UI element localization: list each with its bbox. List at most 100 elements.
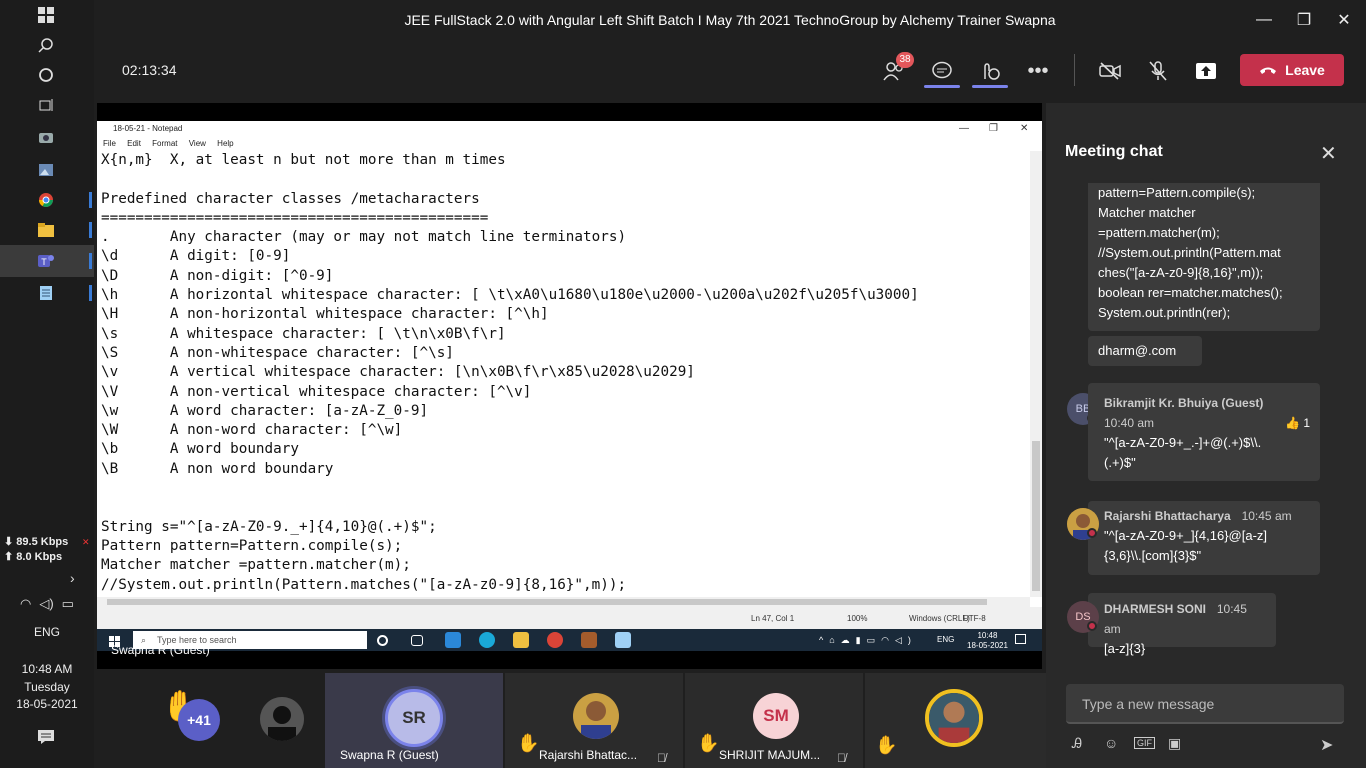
gif-icon[interactable]: GIF xyxy=(1134,737,1155,749)
reactions-button[interactable] xyxy=(972,54,1008,88)
avatar-photo[interactable] xyxy=(260,697,304,741)
zoom-level: 100% xyxy=(847,614,868,623)
tray-icons: ◠ ◁) ▭ xyxy=(20,596,74,612)
sticker-icon[interactable]: ▣ xyxy=(1168,735,1181,752)
menu-help[interactable]: Help xyxy=(217,139,233,148)
chevron-right-icon[interactable]: › xyxy=(70,570,75,586)
cortana-icon[interactable] xyxy=(34,65,58,85)
avatar-initials: SR xyxy=(402,708,426,727)
raise-hand-icon: ✋ xyxy=(697,733,720,753)
leave-button[interactable]: Leave xyxy=(1240,54,1344,86)
teams-app-icon[interactable]: T xyxy=(34,251,58,271)
send-icon[interactable]: ➤ xyxy=(1320,735,1333,755)
menu-format[interactable]: Format xyxy=(152,139,177,148)
participant-tile[interactable]: ✋ xyxy=(865,673,1046,768)
menu-edit[interactable]: Edit xyxy=(127,139,141,148)
message-line: pattern=Pattern.compile(s); xyxy=(1098,185,1256,200)
notification-icon[interactable] xyxy=(38,730,54,749)
overflow-participants[interactable]: +41 xyxy=(178,699,220,741)
camera-app-icon[interactable] xyxy=(34,127,58,147)
active-underline xyxy=(924,85,960,88)
notepad-line: Pattern pattern=Pattern.compile(s); xyxy=(101,537,403,554)
notification-icon xyxy=(1015,634,1026,644)
wifi-icon[interactable]: ◠ xyxy=(20,596,31,612)
maximize-icon[interactable]: ❐ xyxy=(1289,8,1319,32)
task-view-icon[interactable] xyxy=(34,95,58,115)
vertical-scrollbar[interactable] xyxy=(1030,151,1042,597)
windows-start-icon[interactable] xyxy=(34,5,58,25)
scroll-thumb[interactable] xyxy=(1032,441,1040,591)
file-explorer-icon[interactable] xyxy=(34,220,58,240)
sender-name: Bikramjit Kr. Bhuiya (Guest) xyxy=(1104,396,1264,410)
avatar-photo xyxy=(925,689,983,747)
chat-message-bubble: Bikramjit Kr. Bhuiya (Guest) 10:40 am 👍 … xyxy=(1088,383,1320,481)
chrome-icon[interactable] xyxy=(34,190,58,210)
scroll-thumb[interactable] xyxy=(107,599,987,605)
message-line: {3,6}\\.[com]{3}$" xyxy=(1104,548,1202,563)
meeting-timer: 02:13:34 xyxy=(122,62,177,78)
participants-count-badge: 38 xyxy=(896,52,914,68)
notepad-minimize-icon[interactable]: — xyxy=(959,123,969,134)
notepad-line: X{n,m} X, at least n but not more than m… xyxy=(101,152,506,168)
language-indicator[interactable]: ENG xyxy=(0,625,94,639)
net-up-value: 8.0 Kbps xyxy=(16,551,63,563)
notepad-app-icon[interactable] xyxy=(34,283,58,303)
taskbar-date: 18-05-2021 xyxy=(967,641,1008,650)
notepad-line: String s="^[a-zA-Z0-9._+]{4,10}@(.+)$"; xyxy=(101,518,437,535)
message-line: ches("[a-zA-z0-9]{8,16}",m)); xyxy=(1098,265,1264,280)
message-line: System.out.println(rer); xyxy=(1098,305,1231,320)
notepad-line: \S A non-whitespace character: [^\s] xyxy=(101,344,454,361)
horizontal-scrollbar[interactable] xyxy=(97,597,1030,607)
notepad-line: //System.out.println(Pattern.matches("[a… xyxy=(101,576,627,593)
format-icon[interactable]: Ꭿ xyxy=(1072,735,1082,752)
clock-day[interactable]: Tuesday xyxy=(0,680,94,694)
clock-time[interactable]: 10:48 AM xyxy=(0,662,94,676)
message-line: //System.out.println(Pattern.mat xyxy=(1098,245,1281,260)
net-download-speed: ⬇ 89.5 Kbps xyxy=(4,536,69,548)
clock-date[interactable]: 18-05-2021 xyxy=(0,697,94,711)
menu-view[interactable]: View xyxy=(189,139,206,148)
share-screen-button[interactable] xyxy=(1188,54,1224,88)
chat-message-bubble: Rajarshi Bhattacharya 10:45 am "^[a-zA-Z… xyxy=(1088,501,1320,575)
notepad-text-area[interactable]: X{n,m} X, at least n but not more than m… xyxy=(101,151,1021,597)
battery-icon[interactable]: ▭ xyxy=(62,596,74,612)
volume-icon[interactable]: ◁) xyxy=(39,596,53,612)
emoji-icon[interactable]: ☺ xyxy=(1104,735,1118,751)
participants-button[interactable]: 38 xyxy=(876,52,914,88)
notepad-line: \W A non-word character: [^\w] xyxy=(101,422,403,439)
menu-file[interactable]: File xyxy=(103,139,116,148)
minimize-icon[interactable]: — xyxy=(1249,8,1279,32)
status-dot xyxy=(1087,528,1097,538)
close-icon[interactable]: ✕ xyxy=(1320,141,1337,166)
camera-off-button[interactable] xyxy=(1092,54,1128,88)
notepad-maximize-icon[interactable]: ❐ xyxy=(989,123,998,134)
participant-tile[interactable]: SR Swapna R (Guest) xyxy=(325,673,503,768)
close-icon[interactable]: ✕ xyxy=(82,537,90,548)
participant-tile[interactable]: SM ✋ SHRIJIT MAJUM... 🎙̸ xyxy=(685,673,863,768)
mic-off-icon: 🎙̸ xyxy=(657,751,666,765)
close-icon[interactable]: ✕ xyxy=(1329,8,1359,32)
notepad-line: ========================================… xyxy=(101,209,489,226)
shared-taskbar: ⌕ Type here to search ^⌂☁▮▭◠◁) ENG 10:48… xyxy=(97,629,1042,651)
windows-taskbar: T ⬇ 89.5 Kbps ⬆ 8.0 Kbps ✕ › ◠ ◁) ▭ ENG … xyxy=(0,0,94,768)
notepad-line: \H A non-horizontal whitespace character… xyxy=(101,306,549,323)
running-indicator xyxy=(89,222,92,238)
notepad-line: \B A non word boundary xyxy=(101,460,334,477)
leave-label: Leave xyxy=(1285,62,1325,78)
more-options-icon[interactable]: ••• xyxy=(1020,54,1056,88)
mute-button[interactable] xyxy=(1140,54,1176,88)
like-reaction[interactable]: 👍 1 xyxy=(1285,413,1310,433)
chat-button[interactable] xyxy=(924,54,960,88)
photos-app-icon[interactable] xyxy=(34,160,58,180)
message-text: [a-z]{3} xyxy=(1104,641,1146,656)
notepad-line xyxy=(101,498,1021,517)
notepad-menu-bar: File Edit Format View Help xyxy=(97,137,1042,151)
search-icon[interactable] xyxy=(34,35,58,55)
participant-tile[interactable]: ✋ Rajarshi Bhattac... 🎙̸ xyxy=(505,673,683,768)
message-line: "^[a-zA-Z0-9+_.-]+@(.+)$\\. xyxy=(1104,435,1262,450)
thumbs-up-icon: 👍 xyxy=(1285,416,1300,430)
notepad-close-icon[interactable]: ✕ xyxy=(1020,123,1028,134)
message-compose-box[interactable]: Type a new message xyxy=(1066,684,1344,724)
mic-off-icon: 🎙̸ xyxy=(837,751,846,765)
notepad-line: \V A non-vertical whitespace character: … xyxy=(101,383,532,400)
